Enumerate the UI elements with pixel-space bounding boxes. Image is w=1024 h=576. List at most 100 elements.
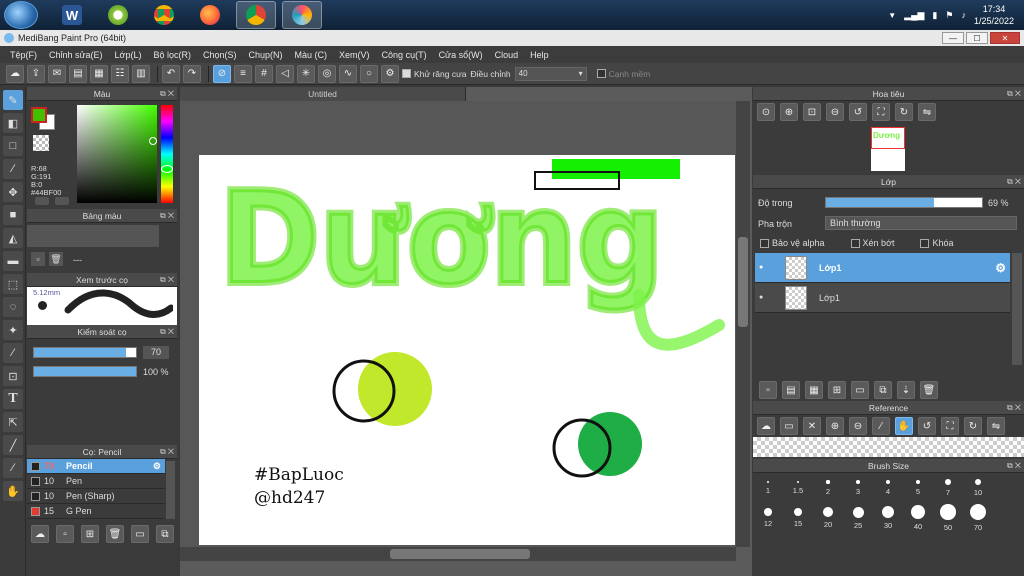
ref-close-icon[interactable]: ✕ bbox=[803, 417, 821, 435]
hand-tool-icon[interactable]: ✋ bbox=[3, 481, 23, 501]
clipping-checkbox[interactable] bbox=[850, 239, 860, 249]
operation-tool-icon[interactable]: ⇱ bbox=[3, 412, 23, 432]
horizontal-scroll-thumb[interactable] bbox=[390, 549, 530, 559]
brush-size-option[interactable]: 1 bbox=[753, 473, 783, 503]
hue-slider[interactable] bbox=[161, 105, 173, 203]
ccleaner-taskbar-icon[interactable] bbox=[98, 1, 138, 29]
word-taskbar-icon[interactable]: W bbox=[52, 1, 92, 29]
delete-layer-icon[interactable]: 🗑 bbox=[920, 381, 938, 399]
transparent-swatch[interactable] bbox=[33, 135, 49, 151]
minimize-button[interactable]: — bbox=[942, 32, 964, 44]
size-slider[interactable] bbox=[33, 347, 137, 358]
size-value[interactable]: 70 bbox=[143, 346, 169, 359]
panel-close-icon[interactable]: ⧉ ✕ bbox=[1007, 459, 1021, 473]
magic-wand-icon[interactable]: ✦ bbox=[3, 320, 23, 340]
menu-window[interactable]: Cửa sổ(W) bbox=[433, 50, 489, 60]
start-button[interactable] bbox=[4, 1, 38, 29]
brush-delete-icon[interactable]: 🗑 bbox=[106, 525, 124, 543]
cross-snap-icon[interactable]: # bbox=[255, 64, 273, 83]
maximize-button[interactable]: ☐ bbox=[966, 32, 988, 44]
comment-icon[interactable]: ✉ bbox=[48, 64, 66, 83]
horizontal-scrollbar[interactable] bbox=[180, 547, 736, 561]
panel-close-icon[interactable]: ⧉ ✕ bbox=[160, 325, 174, 339]
medibang-taskbar-icon[interactable] bbox=[282, 1, 322, 29]
layer-row[interactable]: ● Lớp1 ⚙ bbox=[755, 253, 1010, 283]
zoom-actual-icon[interactable]: ⊡ bbox=[803, 103, 821, 121]
panel-close-icon[interactable]: ⧉ ✕ bbox=[160, 273, 174, 287]
blend-dropdown[interactable]: Bình thường bbox=[825, 216, 1017, 230]
brush-size-option[interactable]: 2 bbox=[813, 473, 843, 503]
palette-add-icon[interactable]: ▫ bbox=[31, 252, 45, 266]
menu-select[interactable]: Chọn(S) bbox=[197, 50, 243, 60]
brush-size-option[interactable]: 4 bbox=[873, 473, 903, 503]
brush-add-icon[interactable]: ⊞ bbox=[81, 525, 99, 543]
rotate-left-icon[interactable]: ↺ bbox=[849, 103, 867, 121]
dot-tool-icon[interactable]: ∕ bbox=[3, 159, 23, 179]
lock-checkbox[interactable] bbox=[920, 239, 930, 249]
antialias-checkbox[interactable] bbox=[402, 69, 411, 78]
panel-close-icon[interactable]: ⧉ ✕ bbox=[160, 87, 174, 101]
perspective-snap-icon[interactable]: ◁ bbox=[276, 64, 294, 83]
menu-help[interactable]: Help bbox=[524, 50, 555, 60]
new-layer-icon[interactable]: ▫ bbox=[759, 381, 777, 399]
brush-size-option[interactable]: 30 bbox=[873, 503, 903, 533]
ref-rotate-right-icon[interactable]: ↻ bbox=[964, 417, 982, 435]
canvas[interactable]: Dương #BapLuoc @hd247 bbox=[199, 155, 735, 545]
brush-size-option[interactable]: 3 bbox=[843, 473, 873, 503]
brush-size-option[interactable]: 10 bbox=[963, 473, 993, 503]
tray-arrow-icon[interactable]: ▼ bbox=[888, 11, 896, 20]
ref-cloud-icon[interactable]: ☁ bbox=[757, 417, 775, 435]
brush-size-option[interactable]: 5 bbox=[903, 473, 933, 503]
battery-icon[interactable]: ▮ bbox=[932, 10, 937, 21]
redo-icon[interactable]: ↷ bbox=[183, 64, 201, 83]
add-layer-menu-icon[interactable]: ⊞ bbox=[828, 381, 846, 399]
ref-fit-icon[interactable]: ⛶ bbox=[941, 417, 959, 435]
new-halftone-layer-icon[interactable]: ▤ bbox=[782, 381, 800, 399]
move-tool-icon[interactable]: ✥ bbox=[3, 182, 23, 202]
brush-size-option[interactable]: 7 bbox=[933, 473, 963, 503]
menu-filter[interactable]: Bộ lọc(R) bbox=[147, 50, 197, 60]
text-tool-icon[interactable]: T bbox=[3, 389, 23, 409]
layer-settings-icon[interactable]: ⚙ bbox=[995, 261, 1006, 275]
panel-close-icon[interactable]: ⧉ ✕ bbox=[1007, 87, 1021, 101]
curve-snap-icon[interactable]: ∿ bbox=[339, 64, 357, 83]
adjust-dropdown[interactable]: 40 bbox=[514, 66, 587, 81]
circle-snap-icon[interactable]: ◎ bbox=[318, 64, 336, 83]
flip-icon[interactable]: ⇋ bbox=[918, 103, 936, 121]
volume-icon[interactable]: ♪ bbox=[961, 10, 966, 20]
brush-size-option[interactable]: 70 bbox=[963, 503, 993, 533]
brush-list-item[interactable]: 10 Pen bbox=[27, 474, 165, 489]
menu-layer[interactable]: Lớp(L) bbox=[109, 50, 148, 60]
settings-icon[interactable]: ⚙ bbox=[381, 64, 399, 83]
protect-alpha-checkbox[interactable] bbox=[760, 239, 769, 249]
layer-row[interactable]: ● Lớp1 bbox=[755, 283, 1010, 313]
parallel-snap-icon[interactable]: ≡ bbox=[234, 64, 252, 83]
cloud-icon[interactable]: ☁ bbox=[6, 64, 24, 83]
flag-icon[interactable]: ⚑ bbox=[945, 10, 953, 21]
zoom-out-icon[interactable]: ⊖ bbox=[826, 103, 844, 121]
menu-file[interactable]: Tệp(F) bbox=[4, 50, 43, 60]
menu-tools[interactable]: Công cụ(T) bbox=[376, 50, 433, 60]
signal-icon[interactable]: ▂▄▆ bbox=[904, 10, 924, 21]
ref-flip-icon[interactable]: ⇋ bbox=[987, 417, 1005, 435]
radial-snap-icon[interactable]: ✳ bbox=[297, 64, 315, 83]
select-eraser-icon[interactable]: ⊡ bbox=[3, 366, 23, 386]
panel-close-icon[interactable]: ⧉ ✕ bbox=[1007, 175, 1021, 189]
panel-close-icon[interactable]: ⧉ ✕ bbox=[160, 209, 174, 223]
new-8bit-layer-icon[interactable]: ▦ bbox=[805, 381, 823, 399]
chrome-taskbar-icon[interactable] bbox=[144, 1, 184, 29]
brush-list-item[interactable]: 15 G Pen bbox=[27, 504, 165, 519]
menu-color[interactable]: Màu (C) bbox=[289, 50, 334, 60]
close-button[interactable]: ✕ bbox=[990, 32, 1020, 44]
saturation-value-picker[interactable] bbox=[77, 105, 157, 203]
grid-icon[interactable]: ▥ bbox=[132, 64, 150, 83]
bucket-tool-icon[interactable]: ◭ bbox=[3, 228, 23, 248]
brush-size-option[interactable]: 40 bbox=[903, 503, 933, 533]
brush-size-option[interactable]: 12 bbox=[753, 503, 783, 533]
menu-view[interactable]: Xem(V) bbox=[333, 50, 376, 60]
zoom-fit-icon[interactable]: ⊙ bbox=[757, 103, 775, 121]
document-icon[interactable]: ▦ bbox=[90, 64, 108, 83]
rotate-right-icon[interactable]: ↻ bbox=[895, 103, 913, 121]
merge-layer-icon[interactable]: ⇣ bbox=[897, 381, 915, 399]
soft-edge-checkbox[interactable] bbox=[596, 69, 606, 78]
